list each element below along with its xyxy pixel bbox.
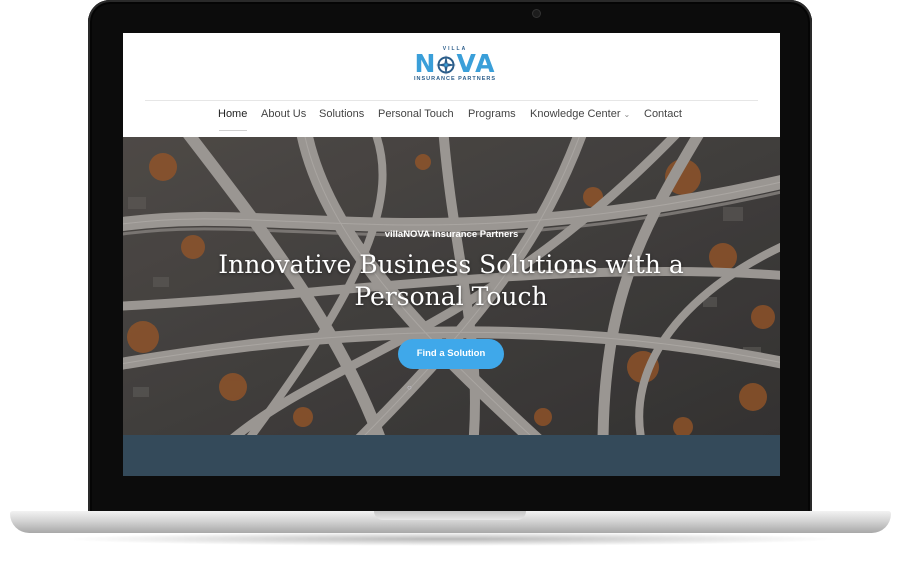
hero-section: villaNOVA Insurance Partners Innovative … <box>123 137 780 435</box>
nav-contact[interactable]: Contact <box>644 108 682 120</box>
site-header: VILLA N VA INSURANCE PARTNERS Home About… <box>123 33 780 137</box>
logo-letter-n: N <box>414 49 437 78</box>
camera-icon <box>533 10 540 17</box>
nav-programs[interactable]: Programs <box>468 108 516 120</box>
nav-home[interactable]: Home <box>218 108 247 120</box>
logo-tagline: INSURANCE PARTNERS <box>413 76 497 82</box>
scroll-down-icon[interactable]: ○ <box>407 383 415 392</box>
nav-about-us[interactable]: About Us <box>261 108 306 120</box>
active-nav-indicator <box>219 130 247 131</box>
site-logo[interactable]: VILLA N VA INSURANCE PARTNERS <box>403 46 507 96</box>
nav-knowledge-center[interactable]: Knowledge Center ⌄ <box>530 108 630 120</box>
section-band <box>123 435 780 476</box>
logo-letters-va: VA <box>456 49 496 78</box>
nav-solutions[interactable]: Solutions <box>319 108 364 120</box>
nav-personal-touch[interactable]: Personal Touch <box>378 108 454 120</box>
hero-title: Innovative Business Solutions with a Per… <box>218 250 684 311</box>
logo-wordmark: N VA <box>403 49 507 78</box>
header-divider <box>145 100 758 101</box>
nav-knowledge-center-label: Knowledge Center <box>530 108 621 120</box>
compass-star-icon <box>436 55 457 75</box>
main-nav: Home About Us Solutions Personal Touch P… <box>123 108 780 126</box>
find-a-solution-button[interactable]: Find a Solution <box>398 339 504 369</box>
laptop-notch <box>374 511 526 520</box>
laptop-shadow <box>60 532 841 546</box>
chevron-down-icon: ⌄ <box>623 110 631 119</box>
hero-eyebrow: villaNOVA Insurance Partners <box>384 229 519 240</box>
browser-viewport: VILLA N VA INSURANCE PARTNERS Home About… <box>123 33 780 476</box>
